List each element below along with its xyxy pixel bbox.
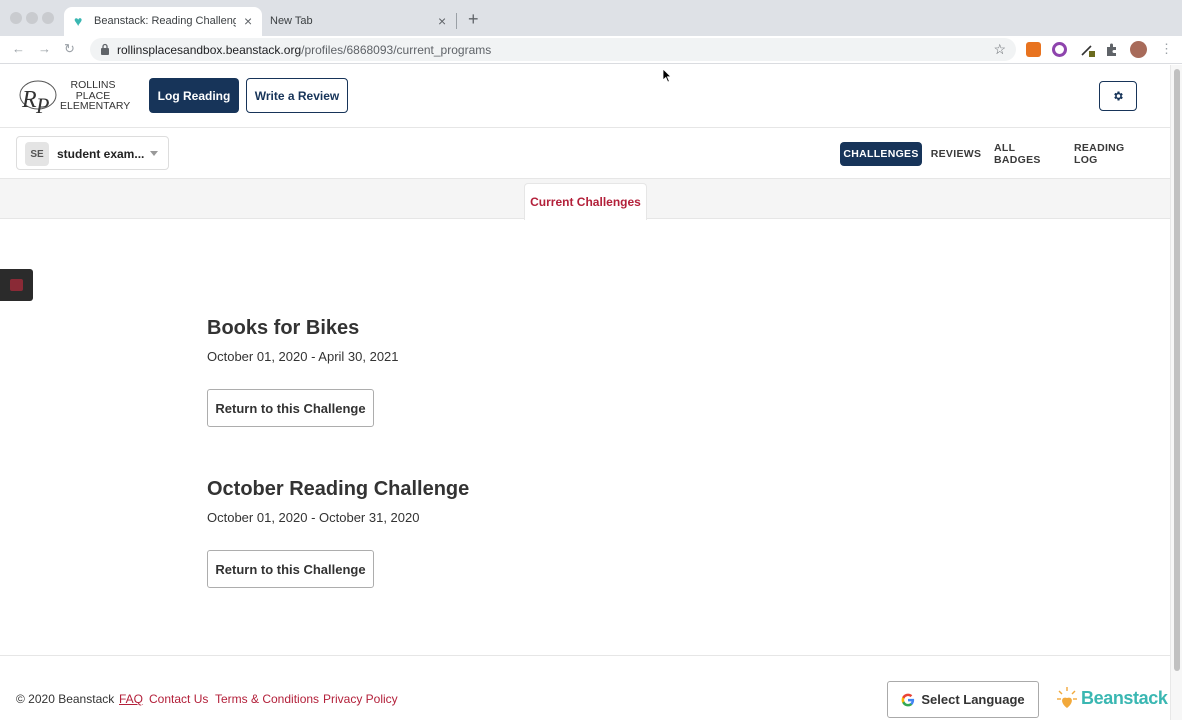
footer-divider <box>0 655 1170 656</box>
footer-link-privacy[interactable]: Privacy Policy <box>323 692 398 706</box>
settings-button[interactable] <box>1099 81 1137 111</box>
browser-tab-beanstack[interactable]: ♥ Beanstack: Reading Challenge × <box>64 7 262 36</box>
profile-name: student exam... <box>57 147 145 161</box>
page-scrollbar[interactable] <box>1170 65 1182 720</box>
copyright-text: © 2020 Beanstack <box>16 692 115 706</box>
tab-title: New Tab <box>270 15 313 27</box>
challenge-card: October Reading Challenge October 01, 20… <box>207 478 469 588</box>
extensions-puzzle-icon[interactable] <box>1104 42 1119 57</box>
window-minimize-control[interactable] <box>26 12 38 24</box>
url-text: rollinsplacesandbox.beanstack.org/profil… <box>117 43 491 57</box>
profile-avatar-icon[interactable] <box>1130 41 1147 58</box>
close-icon[interactable]: × <box>438 14 446 28</box>
challenge-card: Books for Bikes October 01, 2020 - April… <box>207 317 399 427</box>
challenge-title: October Reading Challenge <box>207 478 470 500</box>
extension-badge-icon[interactable] <box>1026 42 1041 57</box>
scrollbar-thumb[interactable] <box>1174 69 1180 671</box>
logo-line: ELEMENTARY <box>60 100 131 112</box>
nav-all-badges[interactable]: ALL BADGES <box>994 142 1062 166</box>
extension-pen-icon[interactable] <box>1080 42 1095 57</box>
nav-challenges[interactable]: CHALLENGES <box>840 142 922 166</box>
window-close-control[interactable] <box>10 12 22 24</box>
svg-text:R: R <box>21 87 37 113</box>
profile-bar: SE student exam... CHALLENGES REVIEWS AL… <box>0 128 1170 179</box>
heart-icon: ♥ <box>74 13 83 29</box>
rp-monogram-icon: R P <box>19 80 57 118</box>
footer-link-terms[interactable]: Terms & Conditions <box>215 692 319 706</box>
nav-reading-log[interactable]: READING LOG <box>1074 142 1150 166</box>
profile-selector[interactable]: SE student exam... <box>16 136 169 170</box>
widget-square-icon <box>10 279 23 291</box>
beanstack-logo[interactable]: Beanstack <box>1056 686 1168 710</box>
tab-divider <box>456 13 457 29</box>
challenge-dates: October 01, 2020 - October 31, 2020 <box>207 510 420 525</box>
footer-link-contact[interactable]: Contact Us <box>149 692 208 706</box>
mouse-cursor-icon <box>662 68 672 83</box>
beanstack-sun-icon <box>1057 687 1077 708</box>
address-bar[interactable]: rollinsplacesandbox.beanstack.org/profil… <box>90 38 1016 61</box>
svg-text:P: P <box>35 93 49 117</box>
tab-current-challenges[interactable]: Current Challenges <box>524 183 647 220</box>
browser-tab-new-tab[interactable]: New Tab × <box>262 7 456 36</box>
back-arrow-icon[interactable]: ← <box>12 41 25 57</box>
gear-icon <box>1114 91 1123 101</box>
return-to-challenge-button[interactable]: Return to this Challenge <box>207 389 374 427</box>
challenge-title: Books for Bikes <box>207 317 360 339</box>
url-path: /profiles/6868093/current_programs <box>301 43 492 57</box>
browser-tab-bar: ♥ Beanstack: Reading Challenge × New Tab… <box>0 0 1182 36</box>
select-language-button[interactable]: Select Language <box>887 681 1039 718</box>
bookmark-star-icon[interactable]: ☆ <box>993 41 1006 58</box>
caret-down-icon <box>150 151 158 156</box>
forward-arrow-icon[interactable]: → <box>38 41 51 57</box>
side-feedback-widget[interactable] <box>0 269 33 301</box>
browser-menu-icon[interactable]: ⋮ <box>1160 41 1173 57</box>
tab-title: Beanstack: Reading Challenge <box>94 15 236 27</box>
school-logo[interactable]: R P ROLLINS PLACE ELEMENTARY <box>16 77 131 118</box>
select-language-label: Select Language <box>921 692 1025 707</box>
lock-icon <box>101 43 109 55</box>
challenge-tabs: Current Challenges <box>0 179 1170 220</box>
nav-reviews[interactable]: REVIEWS <box>928 142 984 166</box>
extension-color-icon[interactable] <box>1052 42 1067 57</box>
footer-link-faq[interactable]: FAQ <box>119 692 143 706</box>
challenge-dates: October 01, 2020 - April 30, 2021 <box>207 349 399 364</box>
close-icon[interactable]: × <box>244 14 252 28</box>
return-to-challenge-button[interactable]: Return to this Challenge <box>207 550 374 588</box>
logo-line: ROLLINS <box>70 79 116 91</box>
reload-icon[interactable]: ↻ <box>64 41 75 57</box>
write-review-button[interactable]: Write a Review <box>246 78 348 113</box>
beanstack-wordmark: Beanstack <box>1081 687 1168 708</box>
avatar: SE <box>25 142 49 166</box>
window-zoom-control[interactable] <box>42 12 54 24</box>
site-header: R P ROLLINS PLACE ELEMENTARY Log Reading… <box>0 65 1170 128</box>
school-name: ROLLINS PLACE ELEMENTARY <box>60 79 131 112</box>
url-host: rollinsplacesandbox.beanstack.org <box>117 43 302 57</box>
log-reading-button[interactable]: Log Reading <box>149 78 239 113</box>
google-g-icon <box>901 693 915 706</box>
browser-toolbar: ← → ↻ rollinsplacesandbox.beanstack.org/… <box>0 36 1182 64</box>
new-tab-plus-icon[interactable]: + <box>468 10 479 28</box>
